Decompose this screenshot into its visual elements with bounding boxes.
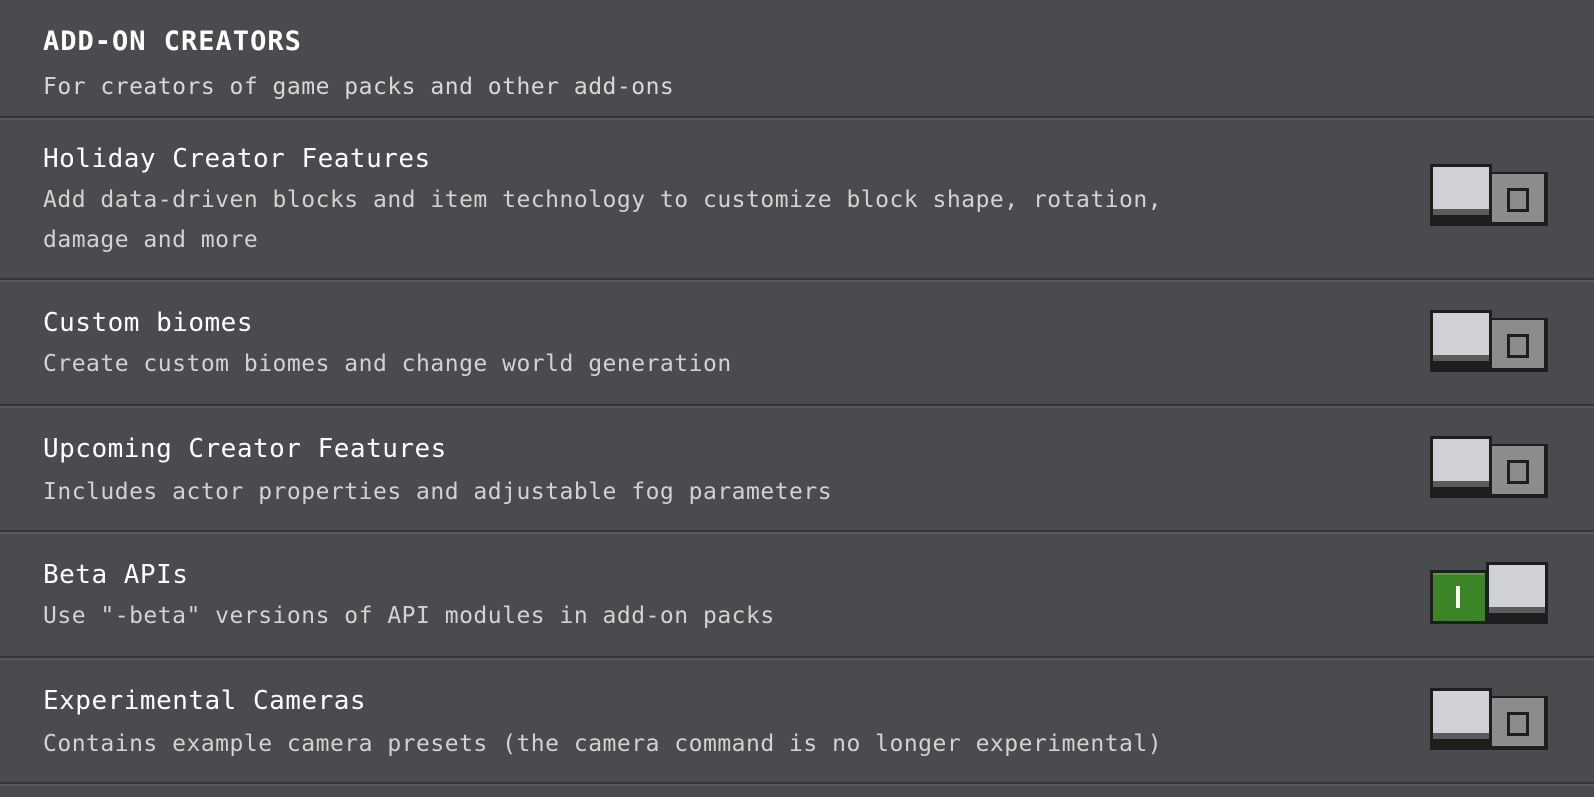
setting-row-holiday-creator-features: Holiday Creator Features Add data-driven…: [0, 122, 1594, 278]
setting-title: Beta APIs: [43, 560, 189, 590]
section-subtitle: For creators of game packs and other add…: [43, 74, 675, 100]
toggle-off-icon: [1507, 460, 1529, 484]
setting-description: Add data-driven blocks and item technolo…: [43, 187, 1163, 253]
setting-row-custom-biomes: Custom biomes Create custom biomes and c…: [0, 284, 1594, 404]
toggle-off-icon: [1507, 712, 1529, 736]
divider: [0, 530, 1594, 534]
section-title: ADD-ON CREATORS: [43, 26, 302, 57]
holiday-creator-features-toggle[interactable]: [1430, 164, 1550, 226]
setting-description: Use "-beta" versions of API modules in a…: [43, 603, 775, 629]
upcoming-creator-features-toggle[interactable]: [1430, 436, 1550, 498]
divider: [0, 656, 1594, 660]
setting-row-beta-apis: Beta APIs Use "-beta" versions of API mo…: [0, 536, 1594, 658]
setting-row-upcoming-creator-features: Upcoming Creator Features Includes actor…: [0, 410, 1594, 532]
toggle-knob: [1430, 164, 1492, 220]
divider: [0, 278, 1594, 282]
setting-description: Includes actor properties and adjustable…: [43, 479, 833, 505]
setting-description: Create custom biomes and change world ge…: [43, 351, 732, 377]
toggle-on-icon: [1456, 586, 1460, 608]
setting-description: Contains example camera presets (the cam…: [43, 731, 1163, 757]
toggle-knob: [1430, 436, 1492, 492]
section-header: ADD-ON CREATORS For creators of game pac…: [0, 0, 1594, 118]
divider: [0, 404, 1594, 408]
setting-title: Experimental Cameras: [43, 686, 367, 716]
setting-title: Upcoming Creator Features: [43, 434, 447, 464]
divider: [0, 782, 1594, 786]
beta-apis-toggle[interactable]: [1430, 562, 1550, 624]
toggle-knob: [1430, 688, 1492, 744]
custom-biomes-toggle[interactable]: [1430, 310, 1550, 372]
toggle-knob: [1430, 310, 1492, 366]
toggle-off-icon: [1507, 188, 1529, 212]
setting-row-experimental-cameras: Experimental Cameras Contains example ca…: [0, 662, 1594, 797]
toggle-knob: [1486, 562, 1548, 618]
divider: [0, 116, 1594, 120]
experimental-cameras-toggle[interactable]: [1430, 688, 1550, 750]
toggle-off-icon: [1507, 334, 1529, 358]
setting-title: Holiday Creator Features: [43, 144, 431, 174]
setting-title: Custom biomes: [43, 308, 253, 338]
